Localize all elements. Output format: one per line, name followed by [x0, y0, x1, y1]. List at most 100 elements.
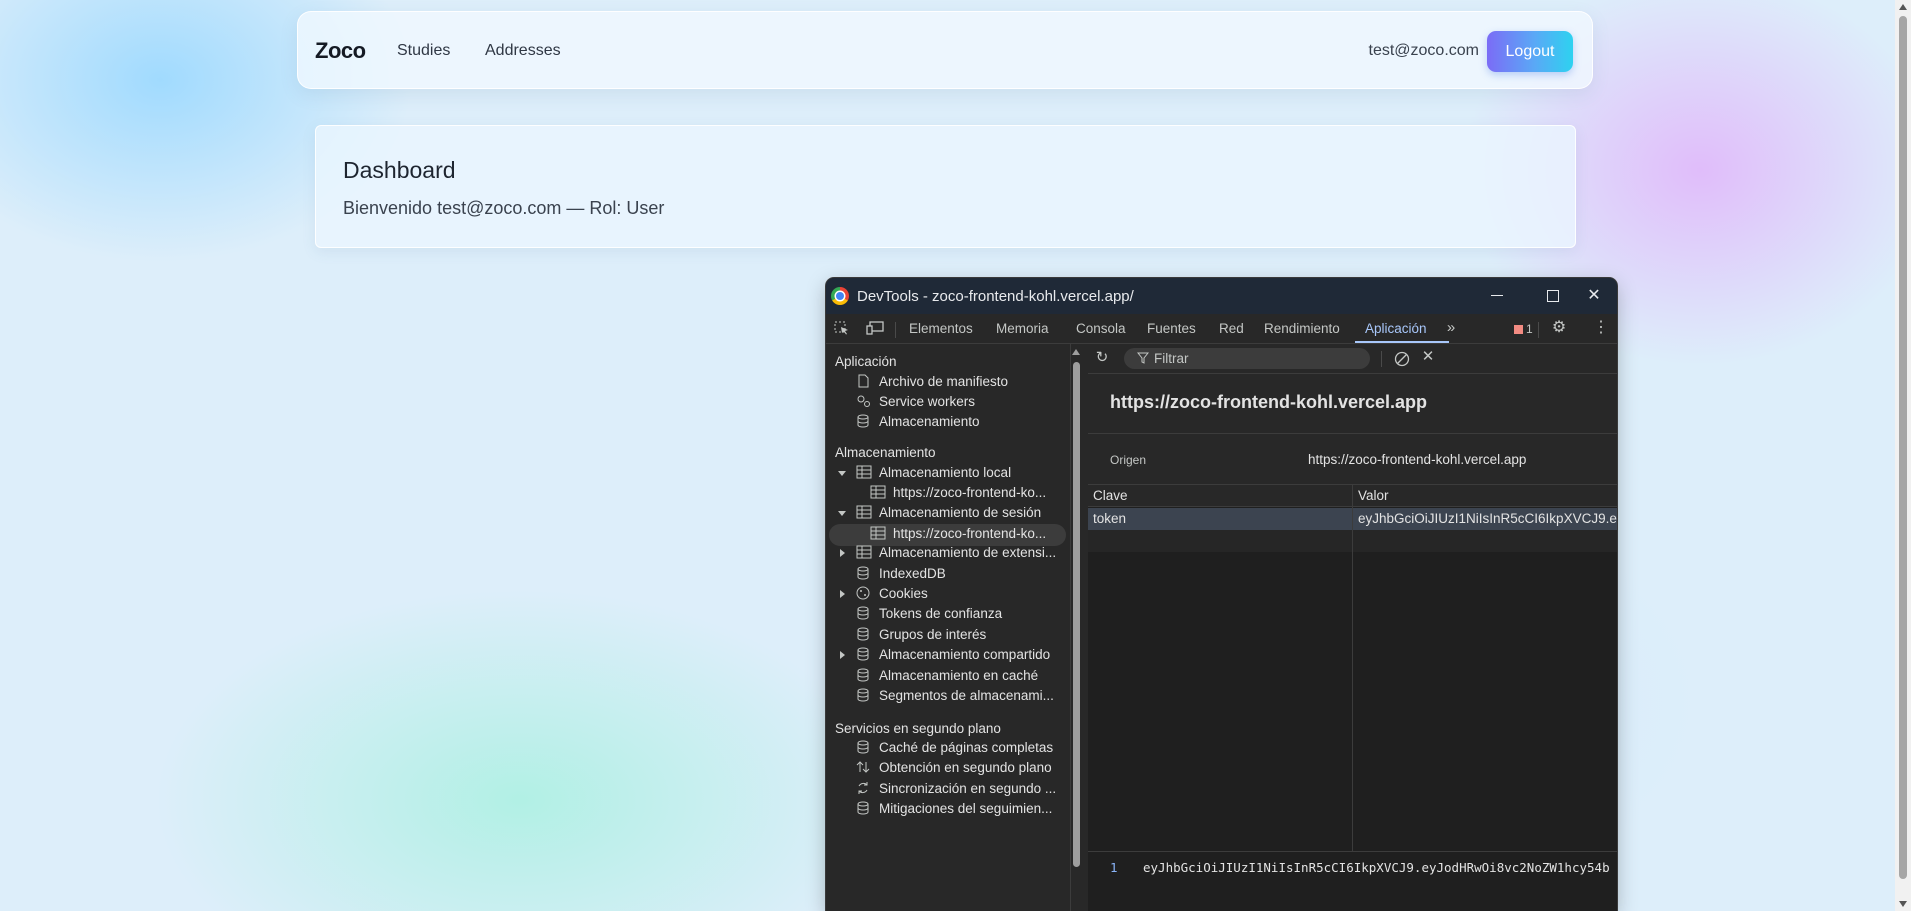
database-icon [856, 627, 872, 641]
database-icon [856, 740, 872, 754]
sidebar-item-indexeddb[interactable]: IndexedDB [856, 566, 946, 581]
settings-gear-icon[interactable]: ⚙ [1551, 320, 1567, 336]
logout-button[interactable]: Logout [1487, 31, 1573, 72]
tab-aplicacion[interactable]: Aplicación [1365, 321, 1427, 336]
brand-logo[interactable]: Zoco [315, 38, 366, 64]
sidebar-item-storage-buckets[interactable]: Segmentos de almacenami... [856, 688, 1054, 703]
origin-value: https://zoco-frontend-kohl.vercel.app [1308, 452, 1527, 467]
issues-badge[interactable]: 1 [1514, 322, 1533, 336]
sidebar-item-session-storage[interactable]: Almacenamiento de sesión [856, 505, 1041, 520]
cookie-icon [856, 586, 872, 600]
database-icon [856, 414, 872, 428]
sidebar-item-background-fetch[interactable]: Obtención en segundo plano [856, 760, 1052, 775]
scroll-thumb[interactable] [1899, 16, 1907, 879]
scroll-up-arrow-icon[interactable] [1899, 4, 1907, 10]
expand-arrow-icon[interactable] [838, 471, 846, 476]
inspect-element-icon[interactable] [834, 321, 850, 335]
issue-flag-icon [1514, 325, 1523, 334]
tab-elementos[interactable]: Elementos [909, 321, 973, 336]
tab-consola[interactable]: Consola [1076, 321, 1126, 336]
sidebar-section-aplicacion: Aplicación [835, 354, 897, 369]
collapse-arrow-icon[interactable] [840, 590, 845, 598]
sidebar-item-bfcache[interactable]: Caché de páginas completas [856, 740, 1053, 755]
database-icon [856, 668, 872, 682]
column-header-value[interactable]: Valor [1353, 485, 1617, 507]
dashboard-card: Dashboard Bienvenido test@zoco.com — Rol… [315, 125, 1576, 248]
page-title: Dashboard [343, 157, 456, 183]
sidebar-item-local-storage-origin[interactable]: https://zoco-frontend-ko... [870, 485, 1046, 500]
sidebar-item-shared-storage[interactable]: Almacenamiento compartido [856, 647, 1050, 662]
more-tabs-chevron-icon[interactable]: » [1443, 320, 1459, 335]
filter-funnel-icon [1135, 352, 1151, 366]
close-icon: ✕ [1587, 287, 1601, 304]
table-icon [856, 505, 872, 519]
database-icon [856, 688, 872, 702]
sidebar-scroll-thumb[interactable] [1073, 362, 1080, 867]
toolbar-separator [1538, 322, 1539, 338]
nav-link-addresses[interactable]: Addresses [485, 42, 561, 60]
line-number: 1 [1110, 860, 1118, 875]
sidebar-section-almacenamiento: Almacenamiento [835, 445, 936, 460]
chrome-icon [831, 287, 849, 305]
minimize-button[interactable] [1474, 278, 1520, 314]
file-icon [856, 374, 872, 388]
sidebar-item-background-sync[interactable]: Sincronización en segundo ... [856, 781, 1056, 796]
tab-red[interactable]: Red [1219, 321, 1244, 336]
column-divider[interactable] [1352, 485, 1353, 852]
minimize-icon [1491, 295, 1503, 296]
toolbar-separator [895, 322, 896, 338]
maximize-icon [1547, 290, 1559, 302]
gears-icon [856, 394, 872, 408]
filter-input[interactable] [1124, 348, 1370, 369]
sidebar-item-extension-storage[interactable]: Almacenamiento de extensi... [856, 545, 1056, 560]
sidebar-item-bounce-tracking[interactable]: Mitigaciones del seguimien... [856, 801, 1052, 816]
expand-arrow-icon[interactable] [838, 511, 846, 516]
top-navbar: Zoco Studies Addresses test@zoco.com Log… [297, 11, 1593, 89]
sidebar-item-cache-storage[interactable]: Almacenamiento en caché [856, 668, 1038, 683]
sidebar-scrollbar[interactable] [1071, 344, 1082, 911]
tab-fuentes[interactable]: Fuentes [1147, 321, 1196, 336]
collapse-arrow-icon[interactable] [840, 651, 845, 659]
table-icon [856, 545, 872, 559]
sidebar-item-cookies[interactable]: Cookies [856, 586, 928, 601]
origin-row: Origen https://zoco-frontend-kohl.vercel… [1088, 434, 1617, 484]
arrows-up-down-icon [856, 760, 872, 774]
refresh-icon[interactable]: ↻ [1094, 350, 1110, 365]
row-key: token [1093, 511, 1127, 526]
tab-rendimiento[interactable]: Rendimiento [1264, 321, 1340, 336]
sidebar-item-session-storage-origin[interactable]: https://zoco-frontend-ko... [870, 526, 1046, 541]
sidebar-item-interest-groups[interactable]: Grupos de interés [856, 627, 986, 642]
clear-all-icon[interactable] [1394, 351, 1410, 367]
close-button[interactable]: ✕ [1571, 278, 1617, 314]
welcome-text: Bienvenido test@zoco.com — Rol: User [343, 198, 665, 218]
storage-main-pane: ↻ ✕ https://zoco-frontend-kohl.vercel.ap… [1088, 344, 1617, 911]
collapse-arrow-icon[interactable] [840, 549, 845, 557]
tab-memoria[interactable]: Memoria [996, 321, 1049, 336]
sidebar-item-manifest[interactable]: Archivo de manifiesto [856, 374, 1008, 389]
sidebar-item-trust-tokens[interactable]: Tokens de confianza [856, 606, 1002, 621]
scroll-down-arrow-icon[interactable] [1899, 901, 1907, 907]
row-value: eyJhbGciOiJIUzI1NiIsInR5cCI6IkpXVCJ9.e..… [1358, 511, 1617, 526]
database-icon [856, 647, 872, 661]
sidebar-item-service-workers[interactable]: Service workers [856, 394, 975, 409]
value-preview-text[interactable]: eyJhbGciOiJIUzI1NiIsInR5cCI6IkpXVCJ9.eyJ… [1143, 860, 1610, 875]
sidebar-item-storage[interactable]: Almacenamiento [856, 414, 980, 429]
nav-link-studies[interactable]: Studies [397, 42, 450, 60]
device-toolbar-icon[interactable] [866, 321, 884, 335]
database-icon [856, 606, 872, 620]
scroll-up-arrow-icon[interactable] [1072, 349, 1080, 355]
database-icon [856, 566, 872, 580]
active-tab-indicator [1355, 341, 1449, 343]
origin-title: https://zoco-frontend-kohl.vercel.app [1110, 392, 1428, 412]
database-icon [856, 801, 872, 815]
table-icon [870, 526, 886, 540]
page-scrollbar[interactable] [1895, 0, 1911, 911]
filter-bar: ↻ ✕ [1088, 344, 1617, 374]
origin-label: Origen [1110, 453, 1147, 467]
more-options-icon[interactable]: ⋮ [1593, 320, 1609, 336]
delete-selected-icon[interactable]: ✕ [1420, 349, 1436, 364]
column-header-key[interactable]: Clave [1088, 485, 1352, 507]
maximize-button[interactable] [1530, 278, 1576, 314]
sidebar-item-local-storage[interactable]: Almacenamiento local [856, 465, 1011, 480]
devtools-titlebar[interactable]: DevTools - zoco-frontend-kohl.vercel.app… [826, 278, 1617, 314]
